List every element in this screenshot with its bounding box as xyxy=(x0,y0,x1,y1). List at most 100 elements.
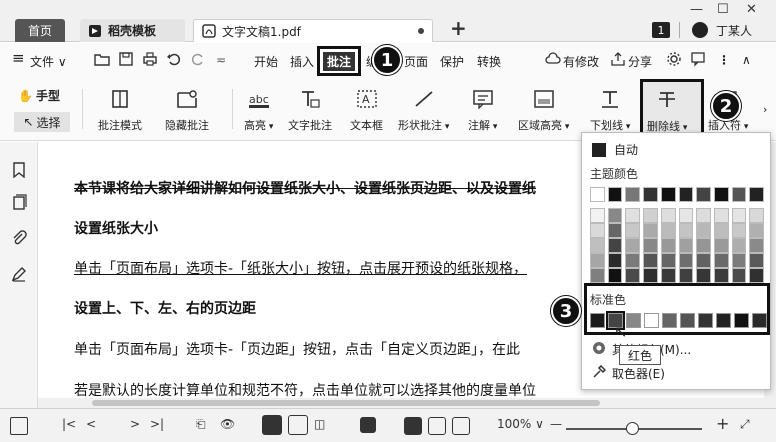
theme-color-swatch[interactable] xyxy=(590,208,605,223)
avatar[interactable] xyxy=(692,22,708,38)
theme-color-swatch[interactable] xyxy=(660,268,676,283)
note-button[interactable]: 注解 xyxy=(468,81,497,133)
next-page-icon[interactable]: > xyxy=(130,417,140,431)
eyedropper-option[interactable]: 取色器(E) xyxy=(592,364,665,382)
theme-color-swatch[interactable] xyxy=(731,268,747,283)
text-annotate-button[interactable]: 文字批注 xyxy=(288,81,332,133)
theme-color-swatch[interactable] xyxy=(590,253,605,268)
standard-color-swatch[interactable] xyxy=(590,313,605,328)
doc-line-margins[interactable]: 单击「页面布局」选项卡-「页边距」按钮，点击「自定义页边距」，在此 xyxy=(74,339,520,359)
theme-color-swatch[interactable] xyxy=(678,187,694,202)
theme-color-swatch[interactable] xyxy=(713,268,729,283)
doc-line-intro[interactable]: 本节课将给大家详细讲解如何设置纸张大小、设置纸张页边距、以及设置纸 xyxy=(74,178,536,198)
theme-color-swatch[interactable] xyxy=(696,223,711,238)
theme-color-swatch[interactable] xyxy=(696,238,711,253)
zoom-out-button[interactable]: — xyxy=(550,417,562,431)
new-tab-button[interactable]: + xyxy=(450,16,467,40)
signature-icon[interactable] xyxy=(11,266,27,282)
two-page-view-icon[interactable]: ◫ xyxy=(314,417,325,431)
horizontal-scroll-thumb[interactable] xyxy=(92,400,600,406)
comment-icon[interactable] xyxy=(690,51,706,67)
quick-access-dropdown-icon[interactable]: ≂ xyxy=(216,53,226,67)
doc-heading-paper-size[interactable]: 设置纸张大小 xyxy=(74,218,158,238)
theme-color-swatch[interactable] xyxy=(643,238,658,253)
theme-color-swatch[interactable] xyxy=(590,268,605,283)
theme-color-swatch[interactable] xyxy=(590,223,605,238)
menu-file[interactable]: 文件 ∨ xyxy=(30,53,67,70)
standard-color-swatch[interactable] xyxy=(716,313,731,328)
bookmark-icon[interactable] xyxy=(11,162,27,179)
theme-color-swatch[interactable] xyxy=(696,253,711,268)
theme-color-swatch[interactable] xyxy=(713,223,729,238)
eye-mode-icon[interactable]: 👁 xyxy=(220,417,235,431)
share-button[interactable]: 分享 xyxy=(628,53,652,70)
fullscreen-icon[interactable]: ⤢ xyxy=(740,417,750,432)
notification-badge[interactable]: 1 xyxy=(652,22,670,38)
annotate-mode-button[interactable]: 批注模式 xyxy=(98,81,142,133)
doc-line-paper-size[interactable]: 单击「页面布局」选项卡-「纸张大小」按钮，点击展开预设的纸张规格， xyxy=(74,258,527,278)
menu-insert[interactable]: 插入 xyxy=(290,53,314,70)
theme-color-swatch[interactable] xyxy=(678,223,694,238)
ribbon-scroll-right-icon[interactable]: › xyxy=(763,103,767,116)
cloud-sync-icon[interactable] xyxy=(545,51,561,67)
print-icon[interactable] xyxy=(142,51,158,67)
standard-color-swatch[interactable] xyxy=(626,313,641,328)
theme-color-swatch[interactable] xyxy=(731,187,747,202)
theme-color-swatch[interactable] xyxy=(749,223,765,238)
hide-annotate-button[interactable]: 隐藏批注 xyxy=(165,81,209,133)
play-icon[interactable] xyxy=(360,417,376,433)
collapse-ribbon-icon[interactable]: ∧ xyxy=(742,53,751,67)
theme-color-swatch[interactable] xyxy=(643,208,658,223)
theme-color-swatch[interactable] xyxy=(643,223,658,238)
save-icon[interactable] xyxy=(118,51,134,67)
zoom-level[interactable]: 100% ∨ xyxy=(497,417,544,431)
maximize-button[interactable]: ☐ xyxy=(717,2,729,17)
actual-size-icon[interactable] xyxy=(452,417,470,435)
hand-tool[interactable]: ✋ 手型 xyxy=(18,87,60,104)
doc-heading-margins[interactable]: 设置上、下、左、右的页边距 xyxy=(74,298,256,318)
theme-color-swatch[interactable] xyxy=(625,187,641,202)
return-icon[interactable]: ⎗ xyxy=(196,417,206,432)
thumbnail-icon[interactable] xyxy=(11,194,27,210)
shape-annotate-button[interactable]: 形状批注 xyxy=(398,81,449,133)
theme-color-swatch[interactable] xyxy=(713,208,729,223)
menu-convert[interactable]: 转换 xyxy=(477,53,501,70)
tab-document[interactable]: 文字文稿1.pdf xyxy=(193,19,433,42)
area-highlight-button[interactable]: 区域高亮 xyxy=(518,81,569,133)
attachment-icon[interactable] xyxy=(11,230,27,246)
theme-color-swatch[interactable] xyxy=(660,253,676,268)
last-page-icon[interactable]: >| xyxy=(150,417,164,431)
theme-color-swatch[interactable] xyxy=(607,268,623,283)
theme-color-swatch[interactable] xyxy=(749,187,765,202)
theme-color-swatch[interactable] xyxy=(625,223,641,238)
theme-color-swatch[interactable] xyxy=(678,238,694,253)
standard-color-swatch[interactable] xyxy=(662,313,677,328)
theme-color-swatch[interactable] xyxy=(749,268,765,283)
select-tool[interactable]: ↖ 选择 xyxy=(14,112,70,132)
theme-color-swatch[interactable] xyxy=(643,187,658,202)
theme-color-swatch[interactable] xyxy=(678,208,694,223)
undo-icon[interactable] xyxy=(166,51,182,67)
settings-gear-icon[interactable] xyxy=(666,51,682,67)
menu-icon[interactable]: ≡ xyxy=(12,49,25,67)
strikethrough-button[interactable]: 删除线 xyxy=(640,79,704,139)
standard-color-swatch[interactable] xyxy=(752,313,767,328)
theme-color-swatch[interactable] xyxy=(660,187,676,202)
theme-color-swatch[interactable] xyxy=(607,187,623,202)
menu-annotate[interactable]: 批注 xyxy=(317,46,361,76)
theme-color-swatch[interactable] xyxy=(607,238,623,253)
theme-color-swatch[interactable] xyxy=(660,223,676,238)
theme-color-swatch[interactable] xyxy=(643,253,658,268)
fit-width-icon[interactable] xyxy=(428,417,446,435)
zoom-slider-knob[interactable] xyxy=(626,422,639,435)
highlight-button[interactable]: abc 高亮 xyxy=(244,81,273,133)
standard-color-swatch[interactable] xyxy=(734,313,749,328)
menu-protect[interactable]: 保护 xyxy=(440,53,464,70)
tab-template[interactable]: 稻壳模板 xyxy=(80,19,185,42)
theme-color-swatch[interactable] xyxy=(713,253,729,268)
underline-button[interactable]: 下划线 xyxy=(590,81,630,133)
theme-color-swatch[interactable] xyxy=(731,253,747,268)
close-button[interactable]: ✕ xyxy=(746,2,757,17)
auto-color-option[interactable]: 自动 xyxy=(592,141,638,158)
standard-color-swatch[interactable] xyxy=(644,313,659,328)
